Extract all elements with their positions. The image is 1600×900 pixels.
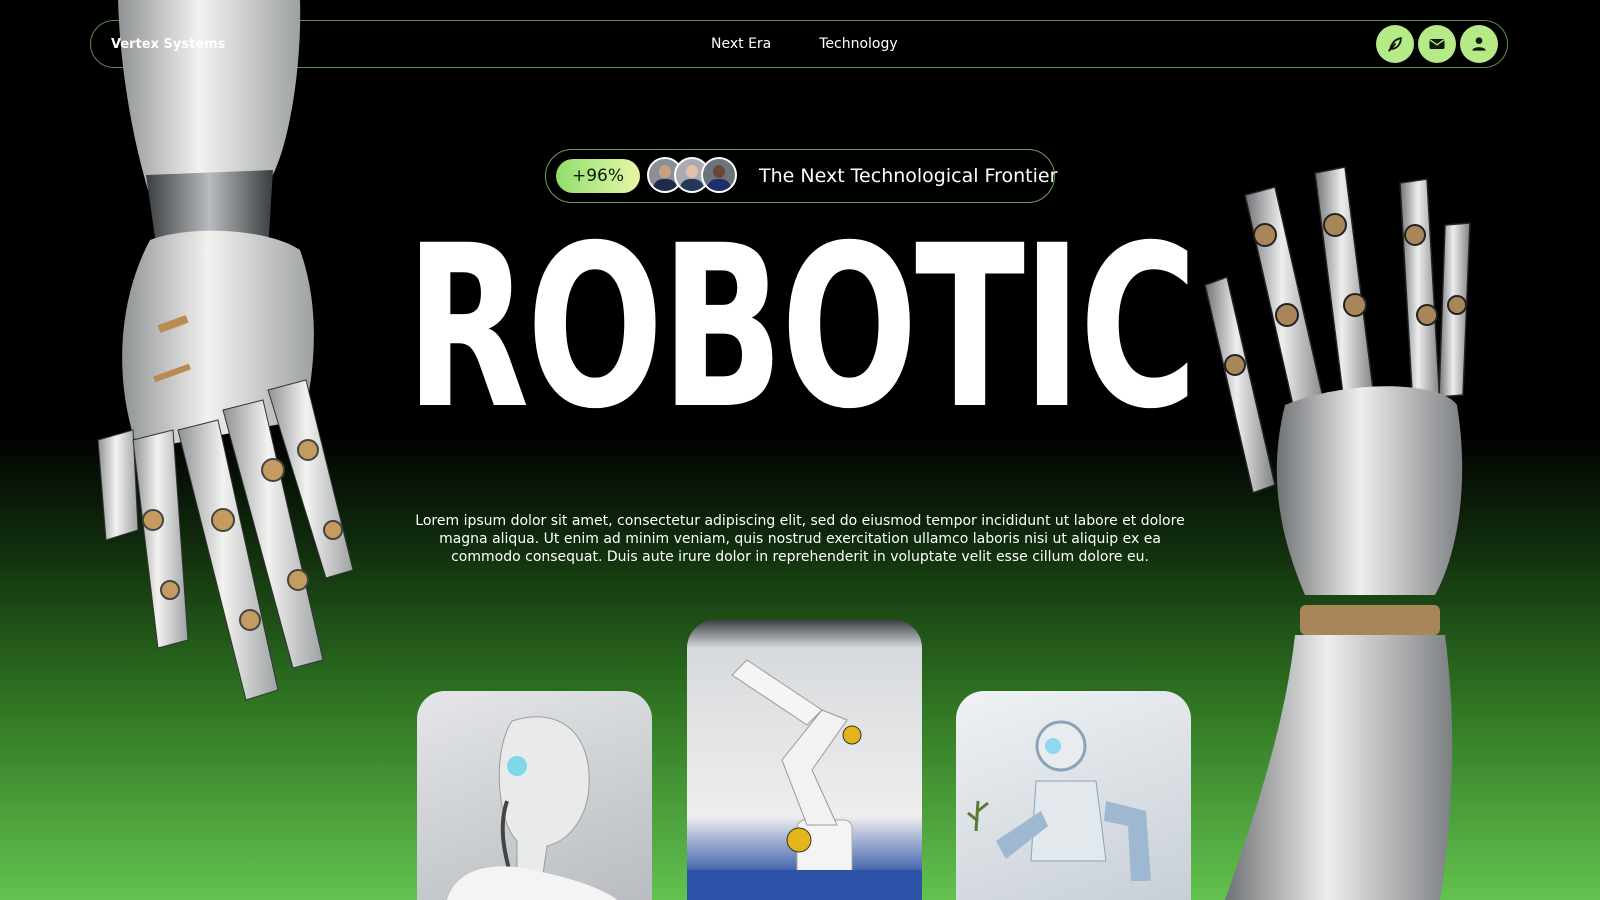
nav-links: Next Era Technology [711, 36, 898, 52]
avatar-group [647, 157, 737, 193]
industrial-arm-image [687, 659, 922, 900]
leaf-icon-button[interactable] [1376, 25, 1414, 63]
nav-link-technology[interactable]: Technology [819, 36, 897, 52]
mail-icon [1429, 39, 1445, 49]
robot-hand-left-image [97, 0, 354, 701]
mail-icon-button[interactable] [1418, 25, 1456, 63]
hero-paragraph: Lorem ipsum dolor sit amet, consectetur … [415, 513, 1185, 565]
nav-link-next-era[interactable]: Next Era [711, 36, 771, 52]
frontier-badge: +96% The Next Technological Frontier [545, 149, 1058, 203]
card-humanoid-image[interactable] [417, 691, 652, 900]
nav-icon-group [1376, 25, 1498, 63]
badge-tagline: The Next Technological Frontier [759, 165, 1058, 187]
robot-hand-right-image [1204, 166, 1471, 900]
card-industrial-arm-image[interactable] [687, 620, 922, 900]
helper-robot-image [967, 720, 1151, 881]
percent-chip: +96% [556, 159, 640, 193]
brand-logo[interactable]: Vertex Systems [111, 37, 225, 52]
user-icon [1472, 37, 1486, 51]
humanoid-robot-image [447, 716, 617, 900]
leaf-icon [1388, 37, 1402, 52]
avatar [701, 157, 737, 193]
user-icon-button[interactable] [1460, 25, 1498, 63]
card-helper-robot-image[interactable] [956, 691, 1191, 900]
